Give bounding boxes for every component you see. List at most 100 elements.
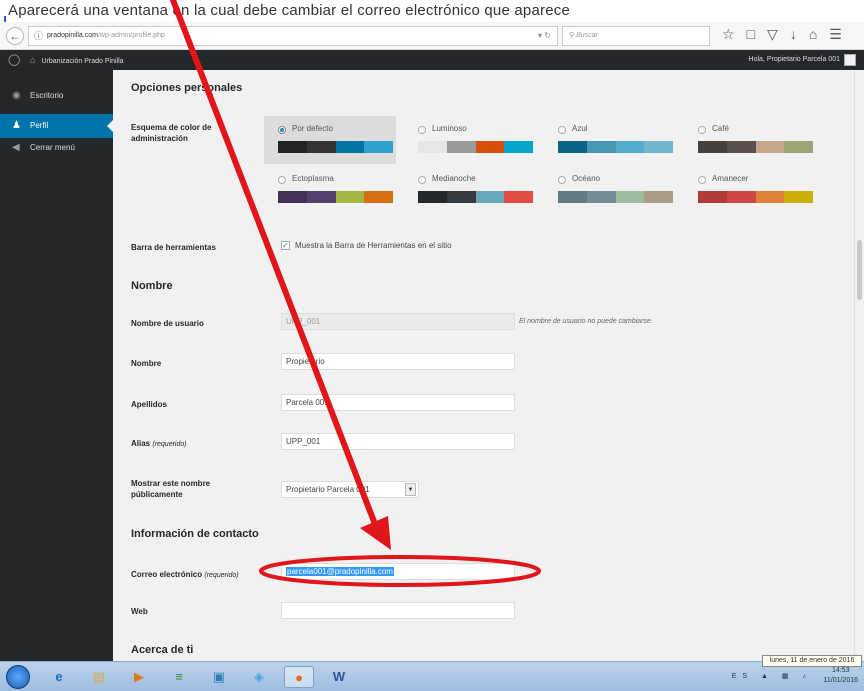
color-scheme-option[interactable]: Café [684,116,816,164]
firstname-label: Nombre [131,359,162,368]
home-icon[interactable]: ⌂ [809,26,817,43]
scheme-radio[interactable] [698,176,706,184]
firefox-icon[interactable]: ● [284,666,314,688]
dashboard-icon: ◉ [12,90,21,101]
url-bar[interactable]: ⓘ pradopinilla.com/wp-admin/profile.php … [28,26,558,46]
sidebar-item-profile[interactable]: ♟ Perfil [0,114,113,138]
color-swatch [755,141,785,153]
photos-icon[interactable]: ▣ [204,666,234,688]
sidebar-item-label: Cerrar menú [30,143,75,152]
account-greeting[interactable]: Hola, Propietario Parcela 001 [749,50,840,70]
sidebar-item-dashboard[interactable]: ◉ Escritorio [0,84,113,108]
profile-content: Opciones personales Esquema de color de … [113,70,864,661]
color-swatch [644,141,673,153]
scheme-swatches [278,191,393,203]
reload-icon[interactable]: ▾ ↻ [538,27,551,45]
color-swatch [504,191,533,203]
required-marker: (requerido) [204,572,239,579]
color-scheme-option[interactable]: Medianoche [404,166,536,214]
color-swatch [784,191,813,203]
color-swatch [335,191,365,203]
color-scheme-label: Esquema de color de administración [131,123,212,143]
nickname-field[interactable]: UPP_001 [281,433,515,450]
page-scrollbar[interactable] [854,70,864,661]
email-field[interactable]: parcela001@pradopinilla.com [281,563,515,580]
color-scheme-option[interactable]: Por defecto [264,116,396,164]
date-tooltip: lunes, 11 de enero de 2016 [762,655,862,667]
avatar[interactable] [844,54,856,66]
search-icon: ⚲ [569,32,575,39]
notes-icon[interactable]: ≡ [164,666,194,688]
email-value: parcela001@pradopinilla.com [286,567,394,576]
scheme-name: Ectoplasma [292,174,334,183]
scheme-swatches [278,141,393,153]
scheme-radio[interactable] [278,126,286,134]
color-scheme-option[interactable]: Amanecer [684,166,816,214]
word-icon[interactable]: W [324,666,354,688]
folder-icon[interactable]: ▤ [84,666,114,688]
sidebar-item-label: Perfil [30,121,49,130]
color-swatch [504,141,533,153]
media-player-icon[interactable]: ▶ [124,666,154,688]
color-scheme-option[interactable]: Azul [544,116,676,164]
color-swatch [586,191,616,203]
home-icon: ⌂ [30,55,36,65]
color-scheme-option[interactable]: Ectoplasma [264,166,396,214]
scheme-radio[interactable] [558,126,566,134]
site-name-link[interactable]: ⌂ Urbanización Prado Pinilla [30,50,124,72]
chevron-down-icon: ▼ [405,483,416,496]
sidebar-item-collapse[interactable]: ◀ Cerrar menú [0,136,113,160]
scheme-radio[interactable] [418,176,426,184]
toolbar-label: Barra de herramientas [131,243,216,252]
scheme-swatches [418,191,533,203]
display-name-select[interactable]: Propietario Parcela 001 ▼ [281,481,419,498]
site-info-icon[interactable]: ⓘ [34,27,43,45]
network-icon[interactable]: ◈ [244,666,274,688]
toolbar-checkbox[interactable]: ✓ [281,241,290,250]
document-text: Aparecerá una ventana en la cual debe ca… [8,2,570,19]
document-strip: Aparecerá una ventana en la cual debe ca… [0,0,864,25]
color-scheme-option[interactable]: Océano [544,166,676,214]
menu-icon[interactable]: ☰ [829,26,842,43]
color-swatch [306,191,336,203]
library-icon[interactable]: □ [747,26,755,43]
ie-icon[interactable]: e [44,666,74,688]
scheme-radio[interactable] [558,176,566,184]
username-field: UPP_001 [281,313,515,330]
scheme-name: Océano [572,174,601,183]
color-swatch [306,141,336,153]
scheme-radio[interactable] [698,126,706,134]
arrow-up-icon[interactable]: ▲ [761,673,774,680]
search-input[interactable]: ⚲ Buscar [562,26,710,46]
scheme-name: Café [712,124,729,133]
download-icon[interactable]: ↓ [790,26,797,43]
network-icon[interactable]: ▦ [782,673,795,680]
volume-icon[interactable]: ♪ [803,673,813,680]
color-swatch [726,191,756,203]
color-swatch [278,191,307,203]
back-button[interactable]: ← [6,27,24,45]
lastname-field[interactable]: Parcela 001 [281,394,515,411]
bookmark-star-icon[interactable]: ☆ [722,26,735,43]
color-swatch [784,141,813,153]
color-swatch [446,191,476,203]
wordpress-logo-icon[interactable]: ◯ [8,53,20,66]
scheme-name: Azul [572,124,588,133]
web-field[interactable] [281,602,515,619]
scheme-swatches [558,141,673,153]
display-name-label: Mostrar este nombre públicamente [131,479,211,499]
color-scheme-option[interactable]: Luminoso [404,116,536,164]
web-label: Web [131,607,148,616]
scrollbar-thumb[interactable] [857,240,862,300]
language-icon[interactable]: ES [732,673,753,680]
scheme-radio[interactable] [278,176,286,184]
browser-toolbar: ← ⓘ pradopinilla.com/wp-admin/profile.ph… [0,22,864,50]
scheme-name: Medianoche [432,174,476,183]
nickname-label: Alias (requerido) [131,438,187,450]
color-swatch [364,191,393,203]
system-clock[interactable]: 14:53 11/01/2016 [823,666,858,686]
firstname-field[interactable]: Propietario [281,353,515,370]
start-button[interactable] [6,665,30,689]
scheme-radio[interactable] [418,126,426,134]
pocket-icon[interactable]: ▽ [767,26,778,43]
